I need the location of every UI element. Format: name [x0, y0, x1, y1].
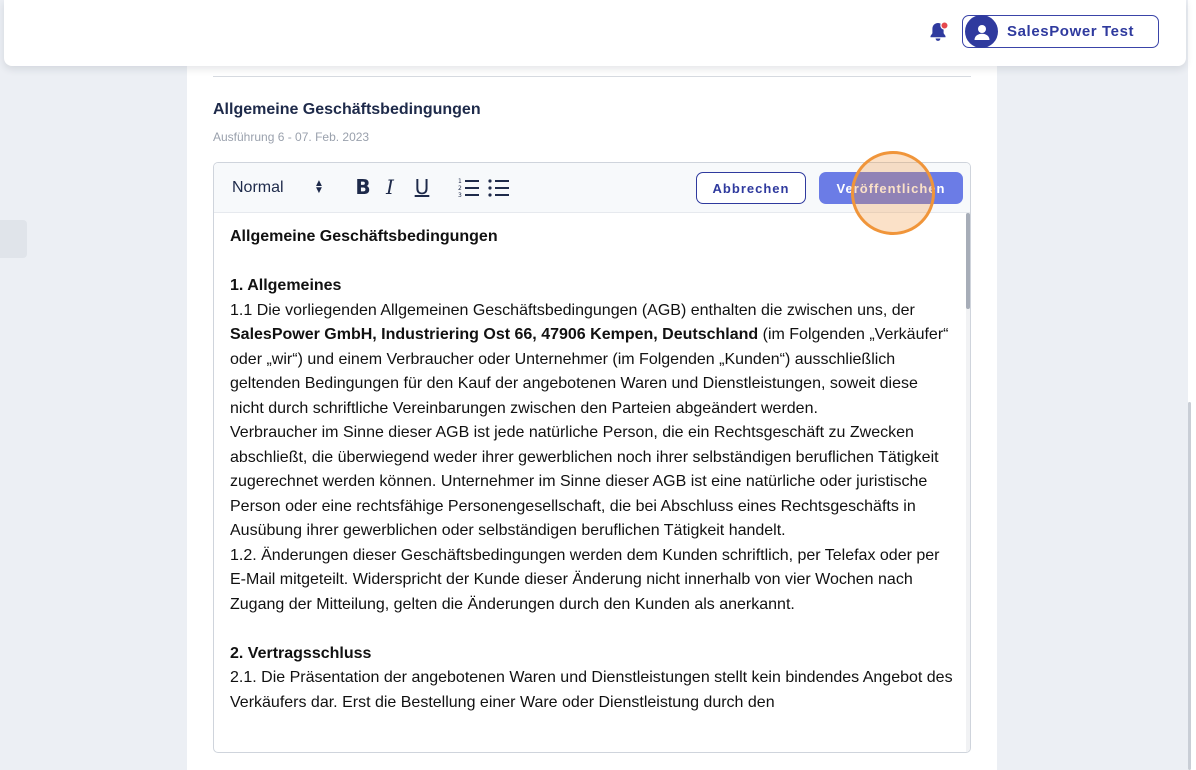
- page-scrollbar[interactable]: [1188, 402, 1191, 770]
- user-menu-button[interactable]: SalesPower Test: [962, 15, 1159, 48]
- editor-scrollbar-thumb[interactable]: [966, 213, 970, 309]
- text-format-select[interactable]: Normal ▲ ▼: [232, 178, 326, 198]
- paragraph: 2.1. Die Präsentation der angebotenen Wa…: [230, 669, 953, 711]
- paragraph: 1.2. Änderungen dieser Geschäftsbedingun…: [230, 546, 940, 613]
- paragraph-text: 1.1 Die vorliegenden Allgemeinen Geschäf…: [230, 301, 915, 319]
- paragraph: Verbraucher im Sinne dieser AGB ist jede…: [230, 424, 939, 539]
- notification-bell-icon[interactable]: [926, 20, 950, 44]
- underline-button[interactable]: U: [410, 175, 434, 199]
- top-navigation-bar: SalesPower Test: [4, 0, 1186, 66]
- document-title: Allgemeine Geschäftsbedingungen: [213, 101, 481, 118]
- italic-button[interactable]: I: [378, 175, 402, 199]
- section-title: 1. Allgemeines: [230, 277, 342, 294]
- select-arrows-icon: ▲ ▼: [314, 178, 324, 196]
- content-heading: Allgemeine Geschäftsbedingungen: [230, 228, 498, 245]
- bold-button[interactable]: B: [351, 175, 375, 199]
- svg-text:1: 1: [458, 178, 462, 185]
- bullet-list-icon[interactable]: [487, 175, 511, 199]
- ordered-list-icon[interactable]: 1 2 3: [457, 175, 481, 199]
- click-indicator: [851, 151, 935, 235]
- document-version: Ausführung 6 - 07. Feb. 2023: [213, 130, 370, 144]
- company-address: SalesPower GmbH, Industriering Ost 66, 4…: [230, 326, 759, 343]
- text-format-value: Normal: [232, 179, 284, 196]
- rich-text-editor: Normal ▲ ▼ B I U 1 2 3 Abbrechen Veröffe…: [213, 162, 971, 753]
- editor-content[interactable]: Allgemeine Geschäftsbedingungen 1. Allge…: [230, 225, 956, 715]
- sidebar-collapsed-tab[interactable]: [0, 220, 27, 258]
- svg-text:2: 2: [458, 185, 462, 192]
- cancel-button[interactable]: Abbrechen: [696, 172, 806, 204]
- user-name: SalesPower Test: [1007, 23, 1135, 40]
- divider: [213, 76, 971, 77]
- paragraph: 1.1 Die vorliegenden Allgemeinen Geschäf…: [230, 299, 956, 422]
- user-avatar-icon: [965, 15, 998, 48]
- section-title: 2. Vertragsschluss: [230, 644, 372, 662]
- svg-text:3: 3: [458, 192, 462, 197]
